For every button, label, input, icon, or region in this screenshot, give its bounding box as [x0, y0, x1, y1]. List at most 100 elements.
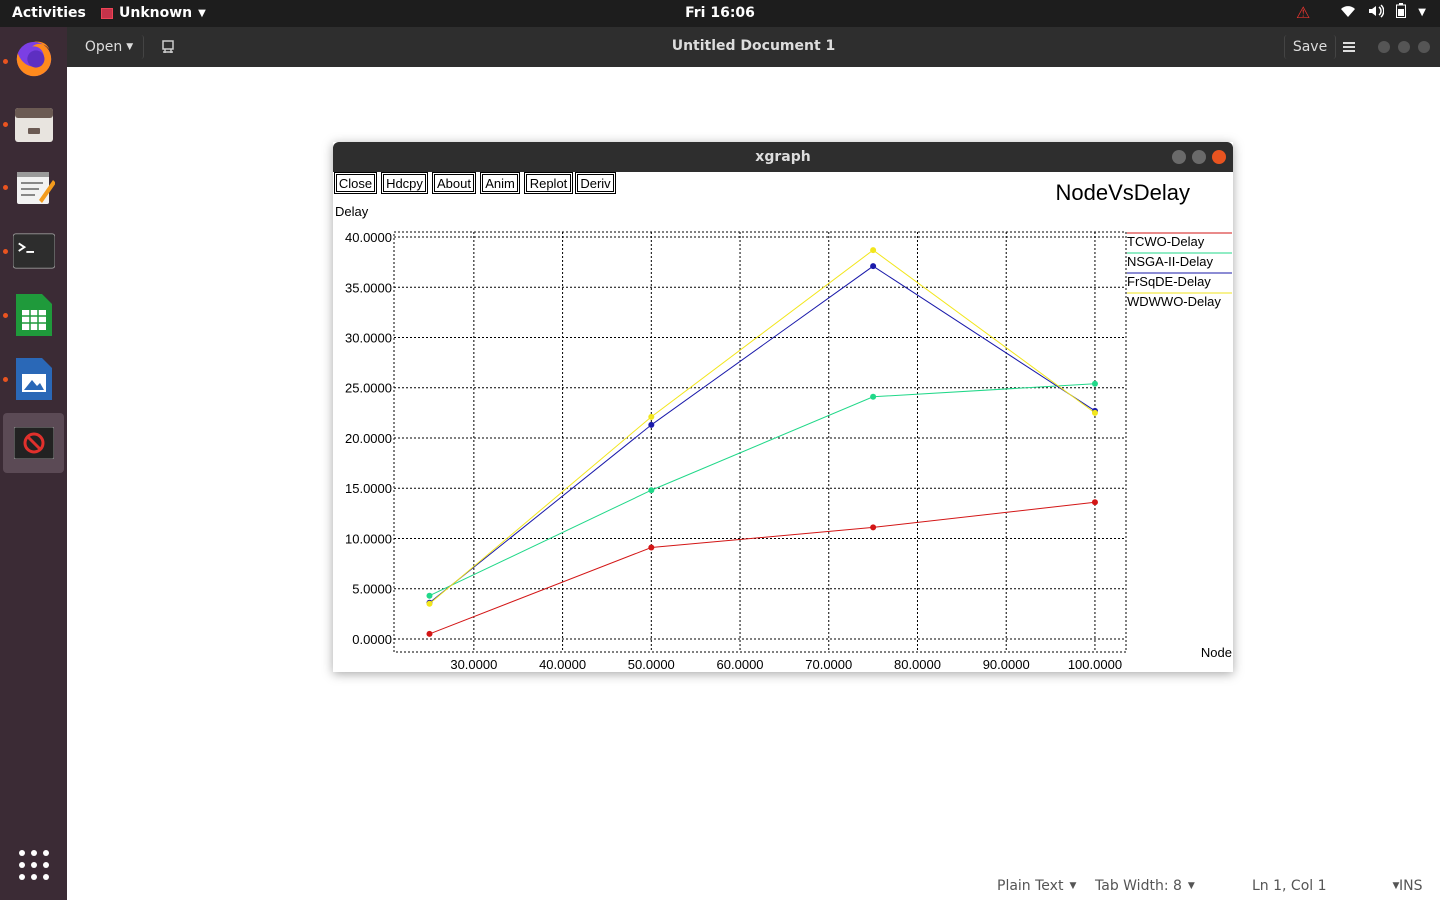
xgraph-icon — [13, 422, 55, 464]
x-tick-label: 100.0000 — [1068, 657, 1122, 672]
xgraph-titlebar[interactable]: xgraph — [333, 142, 1233, 172]
x-tick-label: 80.0000 — [894, 657, 941, 672]
minimize-button[interactable] — [1378, 41, 1390, 53]
y-tick-label: 30.0000 — [345, 331, 392, 346]
series-line-TCWO-Delay — [429, 501, 1096, 635]
text-editor-icon — [13, 166, 55, 208]
insert-mode-indicator[interactable]: INS — [1399, 878, 1423, 894]
language-label: Plain Text — [997, 878, 1064, 894]
anim-button[interactable]: Anim — [480, 172, 520, 194]
dock — [0, 27, 67, 900]
data-point — [648, 487, 655, 494]
cursor-position-selector[interactable]: Ln 1, Col 1 ▼ — [1252, 878, 1399, 894]
maximize-button[interactable] — [1398, 41, 1410, 53]
data-point — [1091, 409, 1098, 416]
plot-frame — [393, 231, 1127, 653]
x-tick-label: 70.0000 — [805, 657, 852, 672]
chart-title: NodeVsDelay — [1055, 180, 1190, 205]
y-tick-label: 35.0000 — [345, 280, 392, 295]
app-icon — [101, 7, 113, 19]
apps-grid-icon — [13, 844, 55, 886]
dock-xgraph[interactable] — [3, 413, 64, 473]
open-label: Open — [84, 39, 123, 55]
show-apps-button[interactable] — [3, 835, 64, 895]
hamburger-menu-button[interactable] — [1338, 35, 1360, 59]
dock-files[interactable] — [3, 93, 64, 153]
wifi-icon[interactable] — [1340, 4, 1356, 22]
xgraph-body: Close Hdcpy About Anim Replot Deriv Node… — [333, 172, 1233, 672]
data-point — [426, 599, 433, 606]
new-document-icon — [162, 40, 174, 53]
legend-entry: TCWO-Delay — [1127, 234, 1205, 249]
x-tick-label: 60.0000 — [717, 657, 764, 672]
files-icon — [13, 102, 55, 144]
data-point — [648, 413, 655, 420]
x-tick-label: 90.0000 — [983, 657, 1030, 672]
y-tick-label: 15.0000 — [345, 481, 392, 496]
new-tab-button[interactable] — [153, 35, 183, 59]
dock-terminal[interactable] — [3, 221, 64, 281]
tab-width-label: Tab Width: 8 — [1095, 878, 1182, 894]
save-button[interactable]: Save — [1284, 35, 1336, 59]
calc-icon — [13, 294, 55, 336]
data-point — [870, 524, 877, 531]
close-window-button[interactable] — [1418, 41, 1430, 53]
series-line-FrSqDE-Delay — [429, 265, 1096, 604]
y-tick-label: 40.0000 — [345, 230, 392, 245]
data-point — [1091, 407, 1098, 414]
hdcpy-button[interactable]: Hdcpy — [381, 172, 428, 194]
y-tick-label: 5.0000 — [352, 582, 392, 597]
system-menu-icon[interactable]: ▼ — [1418, 7, 1426, 18]
chevron-down-icon: ▼ — [126, 42, 134, 52]
data-point — [426, 592, 433, 599]
data-point — [870, 393, 877, 400]
data-point — [426, 630, 433, 637]
language-selector[interactable]: Plain Text ▼ — [997, 878, 1076, 894]
xgraph-maximize-button[interactable] — [1192, 150, 1206, 164]
about-button[interactable]: About — [432, 172, 476, 194]
data-point — [870, 247, 877, 254]
clock[interactable]: Fri 16:06 — [685, 5, 755, 21]
xgraph-close-button[interactable] — [1212, 150, 1226, 164]
chevron-down-icon: ▼ — [1069, 881, 1077, 891]
dock-firefox[interactable] — [3, 29, 64, 89]
y-tick-label: 0.0000 — [352, 632, 392, 647]
y-tick-label: 10.0000 — [345, 531, 392, 546]
xgraph-window: xgraph Close Hdcpy About Anim Replot Der… — [333, 142, 1233, 672]
data-point — [648, 421, 655, 428]
dock-impress[interactable] — [3, 349, 64, 409]
data-point — [870, 263, 877, 270]
firefox-icon — [13, 38, 55, 80]
open-button[interactable]: Open ▼ — [75, 35, 144, 59]
xgraph-minimize-button[interactable] — [1172, 150, 1186, 164]
legend-entry: WDWWO-Delay — [1127, 294, 1221, 309]
data-point — [1091, 380, 1098, 387]
x-tick-label: 30.0000 — [450, 657, 497, 672]
terminal-icon — [12, 230, 55, 272]
dock-text-editor[interactable] — [3, 157, 64, 217]
replot-button[interactable]: Replot — [524, 172, 573, 194]
app-menu-label: Unknown — [119, 5, 193, 21]
y-tick-label: 25.0000 — [345, 381, 392, 396]
data-point — [1091, 499, 1098, 506]
tab-width-selector[interactable]: Tab Width: 8 ▼ — [1095, 878, 1195, 894]
y-axis-label: Delay — [335, 204, 369, 219]
series-line-NSGA-II-Delay — [429, 383, 1095, 597]
document-title: Untitled Document 1 — [671, 38, 836, 54]
cursor-position-label: Ln 1, Col 1 — [1252, 878, 1327, 894]
xgraph-window-title: xgraph — [755, 149, 811, 165]
close-button[interactable]: Close — [334, 172, 377, 194]
warning-icon[interactable]: ⚠ — [1296, 3, 1310, 22]
gedit-header: Open ▼ Untitled Document 1 Save — [67, 27, 1440, 67]
chart: NodeVsDelay Delay Node 0.0000 5.0000 10.0000 1… — [335, 180, 1232, 672]
x-tick-label: 50.0000 — [628, 657, 675, 672]
activities-button[interactable]: Activities — [12, 5, 86, 21]
deriv-button[interactable]: Deriv — [575, 172, 616, 194]
dock-calc[interactable] — [3, 285, 64, 345]
chevron-down-icon: ▼ — [1187, 881, 1195, 891]
status-bar: Plain Text ▼ Tab Width: 8 ▼ Ln 1, Col 1 ▼ I… — [67, 870, 1440, 900]
app-menu[interactable]: Unknown ▼ — [101, 5, 206, 21]
battery-icon[interactable] — [1396, 3, 1407, 22]
volume-icon[interactable] — [1368, 3, 1385, 22]
system-tray[interactable]: ⚠ ▼ — [1296, 3, 1426, 22]
